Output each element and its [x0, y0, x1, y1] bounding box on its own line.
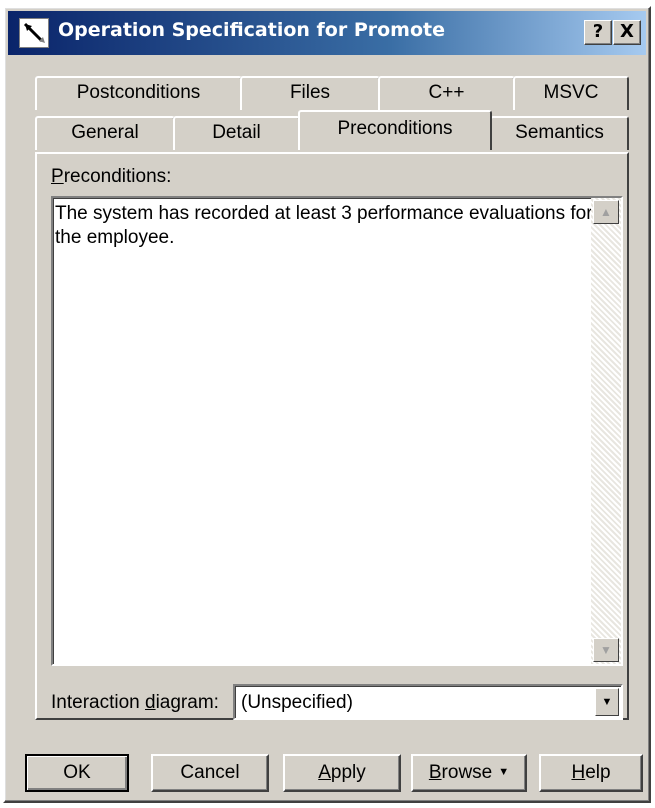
- apply-button[interactable]: Apply: [283, 754, 401, 792]
- vertical-scrollbar[interactable]: ▲ ▼: [591, 198, 621, 664]
- preconditions-text[interactable]: The system has recorded at least 3 perfo…: [55, 202, 595, 250]
- scroll-up-icon[interactable]: ▲: [593, 200, 619, 224]
- tab-postconditions[interactable]: Postconditions: [35, 76, 242, 110]
- chevron-down-icon: ▼: [498, 766, 510, 779]
- dialog-window: Operation Specification for Promote ? X …: [3, 6, 651, 803]
- tab-cpp[interactable]: C++: [378, 76, 515, 110]
- cancel-button[interactable]: Cancel: [151, 754, 269, 792]
- preconditions-textarea[interactable]: The system has recorded at least 3 perfo…: [51, 196, 623, 666]
- preconditions-label: Preconditions:: [51, 166, 172, 187]
- interaction-diagram-value: (Unspecified): [241, 692, 353, 713]
- pencil-icon: [19, 18, 49, 48]
- close-button[interactable]: X: [613, 20, 641, 45]
- scroll-down-icon[interactable]: ▼: [593, 638, 619, 662]
- tab-preconditions[interactable]: Preconditions: [298, 110, 492, 150]
- ok-button[interactable]: OK: [25, 754, 129, 792]
- help-dialog-button[interactable]: Help: [539, 754, 643, 792]
- tab-detail[interactable]: Detail: [173, 116, 300, 150]
- window-title: Operation Specification for Promote: [58, 19, 445, 41]
- help-button[interactable]: ?: [584, 20, 612, 45]
- interaction-diagram-select[interactable]: (Unspecified) ▼: [233, 684, 623, 720]
- browse-button[interactable]: Browse ▼: [411, 754, 527, 792]
- tab-general[interactable]: General: [35, 116, 175, 150]
- preconditions-panel: Preconditions: The system has recorded a…: [35, 152, 629, 720]
- title-bar[interactable]: Operation Specification for Promote ? X: [8, 11, 646, 55]
- tab-files[interactable]: Files: [240, 76, 380, 110]
- tab-semantics[interactable]: Semantics: [490, 116, 629, 150]
- tab-msvc[interactable]: MSVC: [513, 76, 629, 110]
- chevron-down-icon[interactable]: ▼: [595, 688, 619, 716]
- interaction-diagram-label: Interaction diagram:: [51, 692, 219, 713]
